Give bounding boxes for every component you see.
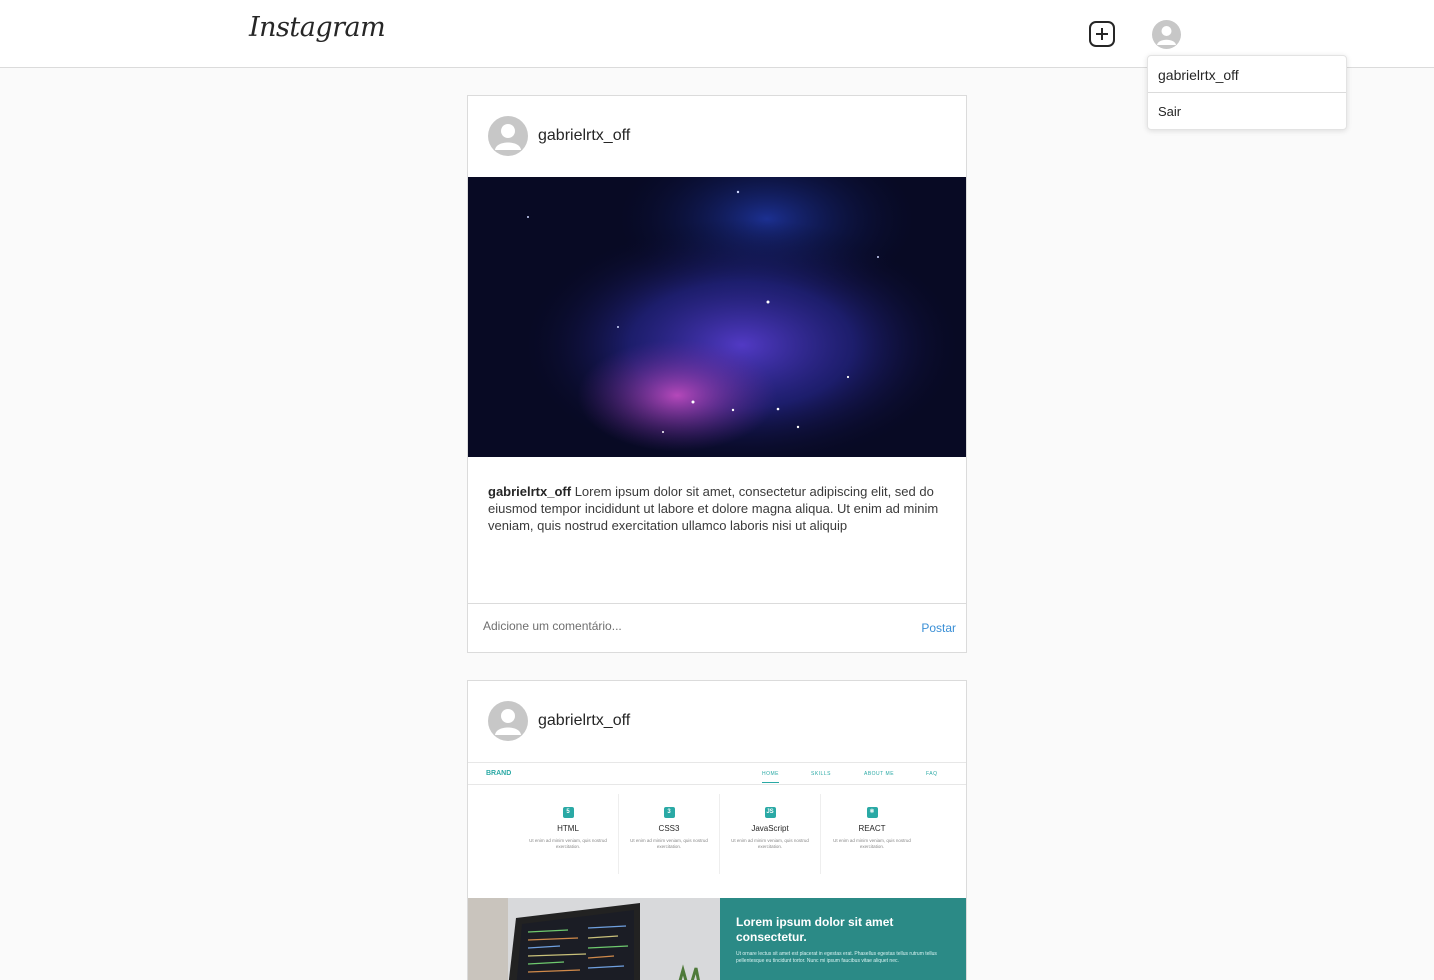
hero-text: Ut ornare lectus sit amet est placerat i… — [736, 951, 937, 964]
skill-name: REACT — [858, 824, 886, 833]
user-avatar-icon — [1157, 26, 1176, 45]
skill-name: CSS3 — [658, 824, 680, 833]
react-icon: ⚛ — [866, 807, 878, 818]
post-header: gabrielrtx_off — [468, 681, 966, 762]
skill-name: JavaScript — [751, 824, 789, 833]
post-comment-button[interactable]: Postar — [921, 621, 956, 635]
skill-divider — [618, 794, 619, 874]
profile-dropdown: gabrielrtx_off Sair — [1147, 55, 1347, 130]
new-post-button[interactable] — [1089, 21, 1115, 47]
html5-icon: 5 — [562, 807, 574, 818]
website-brand: BRAND — [486, 770, 512, 777]
css3-icon: 3 — [663, 807, 675, 818]
comment-row: Postar — [468, 603, 966, 653]
javascript-icon: JS — [764, 807, 776, 818]
instagram-logo[interactable]: Instagram — [249, 12, 386, 43]
website-nav: BRAND HOME SKILLS ABOUT ME FAQ — [468, 762, 966, 785]
skill-desc: Ut enim ad minim veniam, quis nostrud ex… — [630, 838, 708, 849]
laptop-photo — [468, 898, 720, 980]
skill-desc: Ut enim ad minim veniam, quis nostrud ex… — [529, 838, 607, 849]
post-image — [468, 177, 966, 457]
website-nav-link: FAQ — [926, 771, 938, 777]
post-avatar[interactable] — [488, 701, 528, 741]
skill-divider — [820, 794, 821, 874]
skill-divider — [719, 794, 720, 874]
user-avatar-icon — [495, 709, 521, 735]
website-hero: Lorem ipsum dolor sit amet consectetur. … — [720, 898, 966, 980]
user-avatar-icon — [495, 124, 521, 150]
plus-square-icon — [1096, 28, 1108, 40]
website-skill-card: 5 HTML Ut enim ad minim veniam, quis nos… — [528, 807, 608, 850]
comment-input[interactable] — [483, 619, 883, 633]
post-card: gabrielrtx_off gabrielrtx_off Lorem ipsu… — [467, 95, 967, 653]
website-nav-link: SKILLS — [811, 771, 831, 777]
post-header: gabrielrtx_off — [468, 96, 966, 177]
website-nav-link: HOME — [762, 771, 779, 783]
post-username[interactable]: gabrielrtx_off — [538, 712, 630, 730]
skill-name: HTML — [557, 824, 579, 833]
profile-menu-button[interactable] — [1152, 20, 1181, 49]
post-caption: gabrielrtx_off Lorem ipsum dolor sit ame… — [468, 457, 966, 603]
dropdown-username[interactable]: gabrielrtx_off — [1148, 56, 1346, 93]
website-skill-card: 3 CSS3 Ut enim ad minim veniam, quis nos… — [629, 807, 709, 850]
skill-desc: Ut enim ad minim veniam, quis nostrud ex… — [731, 838, 809, 849]
post-card: gabrielrtx_off BRAND HOME SKILLS ABOUT M… — [467, 680, 967, 980]
website-skill-card: ⚛ REACT Ut enim ad minim veniam, quis no… — [832, 807, 912, 850]
laptop-code-image — [468, 898, 720, 980]
logout-button[interactable]: Sair — [1148, 93, 1346, 119]
website-skill-card: JS JavaScript Ut enim ad minim veniam, q… — [730, 807, 810, 850]
post-avatar[interactable] — [488, 116, 528, 156]
skill-desc: Ut enim ad minim veniam, quis nostrud ex… — [833, 838, 911, 849]
caption-username[interactable]: gabrielrtx_off — [488, 484, 571, 499]
website-nav-link: ABOUT ME — [864, 771, 895, 777]
hero-title: Lorem ipsum dolor sit amet consectetur. — [736, 915, 894, 944]
post-username[interactable]: gabrielrtx_off — [538, 127, 630, 145]
post-image: BRAND HOME SKILLS ABOUT ME FAQ 5 HTML Ut… — [468, 762, 966, 980]
